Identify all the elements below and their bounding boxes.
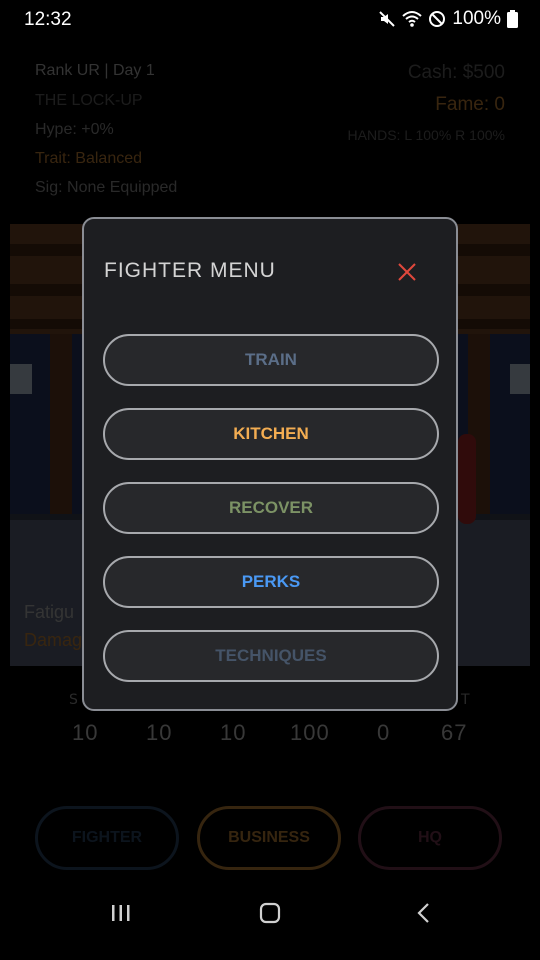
recent-apps-icon[interactable] — [110, 902, 132, 928]
techniques-button[interactable]: TECHNIQUES — [103, 630, 439, 682]
status-time: 12:32 — [24, 9, 72, 30]
mute-icon — [379, 11, 396, 27]
battery-percent: 100% — [452, 8, 501, 29]
battery-icon — [507, 10, 518, 28]
kitchen-button[interactable]: KITCHEN — [103, 408, 439, 460]
recover-button[interactable]: RECOVER — [103, 482, 439, 534]
wifi-icon — [402, 11, 423, 27]
back-icon[interactable] — [413, 902, 435, 928]
dialog-title: FIGHTER MENU — [104, 259, 276, 282]
do-not-disturb-icon — [429, 11, 446, 27]
status-bar: 12:32 100% — [0, 0, 540, 40]
fighter-menu-dialog: FIGHTER MENU TRAIN KITCHEN RECOVER PERKS… — [82, 217, 458, 711]
system-nav-bar — [0, 880, 540, 960]
perks-button[interactable]: PERKS — [103, 556, 439, 608]
train-button[interactable]: TRAIN — [103, 334, 439, 386]
close-icon[interactable] — [396, 261, 418, 283]
status-icons: 100% — [378, 8, 518, 30]
home-icon[interactable] — [259, 902, 281, 928]
